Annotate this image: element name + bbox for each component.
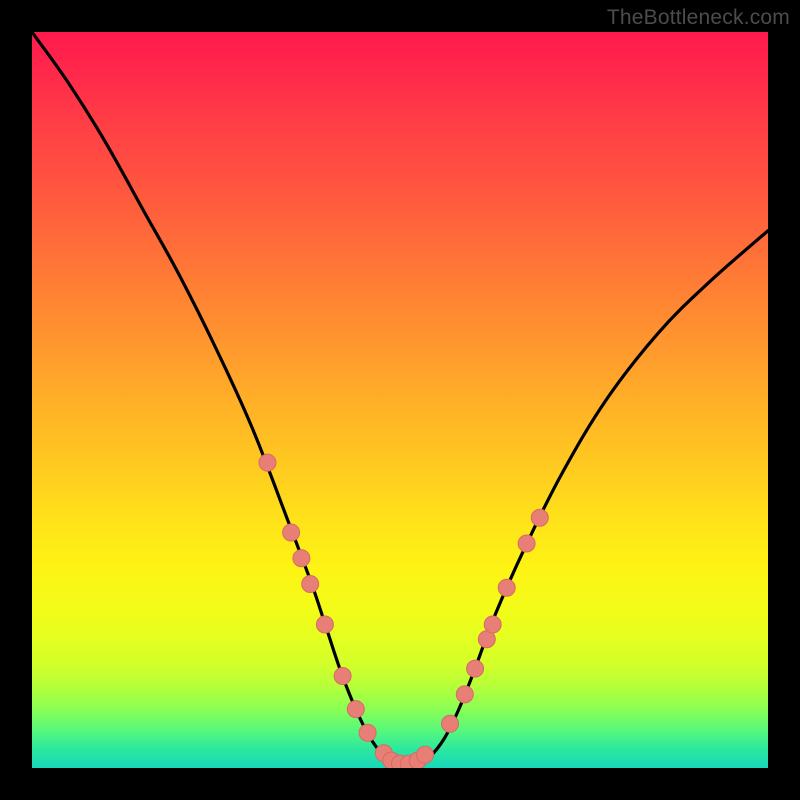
data-dot (531, 509, 548, 526)
data-dots (259, 454, 548, 768)
data-dot (456, 686, 473, 703)
data-dot (442, 715, 459, 732)
data-dot (293, 550, 310, 567)
data-dot (259, 454, 276, 471)
data-dot (518, 535, 535, 552)
data-dot (283, 524, 300, 541)
chart-frame: TheBottleneck.com (0, 0, 800, 800)
data-dot (484, 616, 501, 633)
data-dot (498, 579, 515, 596)
data-dot (347, 701, 364, 718)
plot-area (32, 32, 768, 768)
watermark-text: TheBottleneck.com (607, 6, 790, 30)
bottleneck-curve (32, 32, 768, 765)
data-dot (417, 746, 434, 763)
data-dot (302, 576, 319, 593)
data-dot (359, 724, 376, 741)
data-dot (467, 660, 484, 677)
data-dot (316, 616, 333, 633)
data-dot (334, 668, 351, 685)
curve-layer (32, 32, 768, 768)
